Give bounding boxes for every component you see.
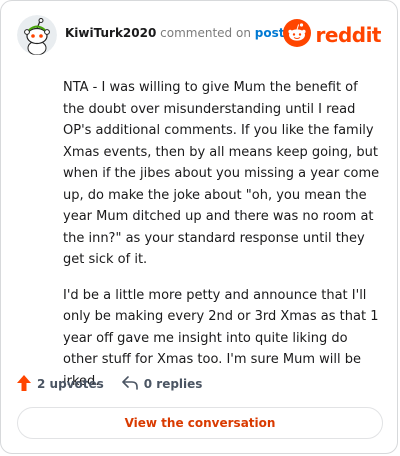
reply-button[interactable]: 0 replies xyxy=(121,375,203,393)
comment-actions: 2 upvotes 0 replies xyxy=(17,373,220,395)
reddit-brand[interactable]: reddit xyxy=(282,19,382,51)
post-link[interactable]: post xyxy=(255,26,285,40)
reddit-logo-icon xyxy=(282,19,311,51)
upvote-count: 2 upvotes xyxy=(37,377,104,391)
snoo-avatar-icon[interactable] xyxy=(17,15,57,55)
embedded-comment-card: KiwiTurk2020 commented on post reddit NT… xyxy=(0,0,398,454)
action-text: commented on xyxy=(160,26,251,40)
upvote-button[interactable]: 2 upvotes xyxy=(17,374,104,394)
reply-arrow-icon xyxy=(121,375,144,393)
brand-wordmark: reddit xyxy=(315,23,382,47)
upvote-arrow-icon xyxy=(17,374,37,394)
comment-body: NTA - I was willing to give Mum the bene… xyxy=(63,77,381,406)
comment-attribution: KiwiTurk2020 commented on post xyxy=(65,26,284,40)
reply-count: 0 replies xyxy=(143,377,203,391)
comment-paragraph-1: NTA - I was willing to give Mum the bene… xyxy=(63,80,380,267)
comment-header: KiwiTurk2020 commented on post reddit xyxy=(17,15,383,55)
view-conversation-button[interactable]: View the conversation xyxy=(17,407,383,439)
username[interactable]: KiwiTurk2020 xyxy=(65,26,156,40)
